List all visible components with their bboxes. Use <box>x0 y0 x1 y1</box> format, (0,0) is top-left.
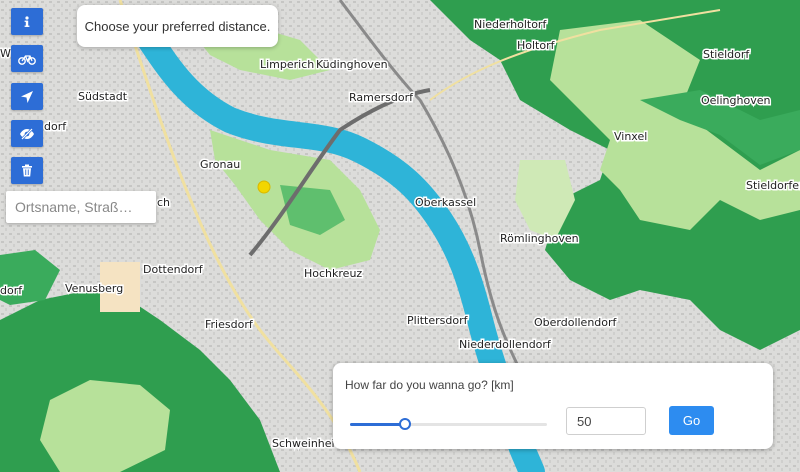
bike-button[interactable] <box>11 45 43 72</box>
distance-input[interactable] <box>566 407 646 435</box>
place-label: Oberdollendorf <box>534 316 618 329</box>
place-label: dorf <box>0 284 23 297</box>
place-label: Vinxel <box>614 130 647 143</box>
start-marker[interactable] <box>257 180 271 194</box>
place-label: Stieldorf <box>703 48 750 61</box>
place-label: Hochkreuz <box>304 267 362 280</box>
info-icon <box>24 15 30 27</box>
place-label: Holtorf <box>517 39 556 52</box>
slider-fill <box>350 423 406 426</box>
place-label: Dottendorf <box>143 263 204 276</box>
visibility-button[interactable] <box>11 120 43 147</box>
distance-hint: Choose your preferred distance. <box>77 5 278 47</box>
place-label: Venusberg <box>65 282 123 295</box>
place-label: Plittersdorf <box>407 314 469 327</box>
place-label: Niederdollendorf <box>459 338 552 351</box>
place-label: Friesdorf <box>205 318 254 331</box>
info-button[interactable] <box>11 8 43 35</box>
slider-thumb[interactable] <box>399 418 412 430</box>
place-label: Niederholtorf <box>474 18 547 31</box>
hint-text: Choose your preferred distance. <box>84 18 271 34</box>
place-label: Oberkassel <box>415 196 476 209</box>
place-label: Gronau <box>200 158 240 171</box>
place-label: Oelinghoven <box>701 94 770 107</box>
trash-icon <box>22 164 32 177</box>
distance-slider[interactable] <box>350 418 547 430</box>
place-label: Stieldorferh <box>746 179 800 192</box>
location-arrow-icon <box>21 90 33 103</box>
place-label: W <box>0 47 11 60</box>
locate-button[interactable] <box>11 83 43 110</box>
eye-slash-icon <box>20 127 34 140</box>
place-label: Limperich <box>260 58 314 71</box>
delete-button[interactable] <box>11 157 43 184</box>
place-label: Südstadt <box>78 90 128 103</box>
place-label: Ramersdorf <box>349 91 414 104</box>
place-label: ch <box>157 196 170 209</box>
go-button[interactable]: Go <box>669 406 714 435</box>
distance-panel: How far do you wanna go? [km] Go <box>333 363 773 449</box>
place-label: Römlinghoven <box>500 232 579 245</box>
search-input[interactable] <box>6 191 156 223</box>
distance-label: How far do you wanna go? [km] <box>345 378 514 392</box>
bicycle-icon <box>18 54 36 65</box>
place-label: dorf <box>44 120 67 133</box>
place-label: Küdinghoven <box>316 58 388 71</box>
